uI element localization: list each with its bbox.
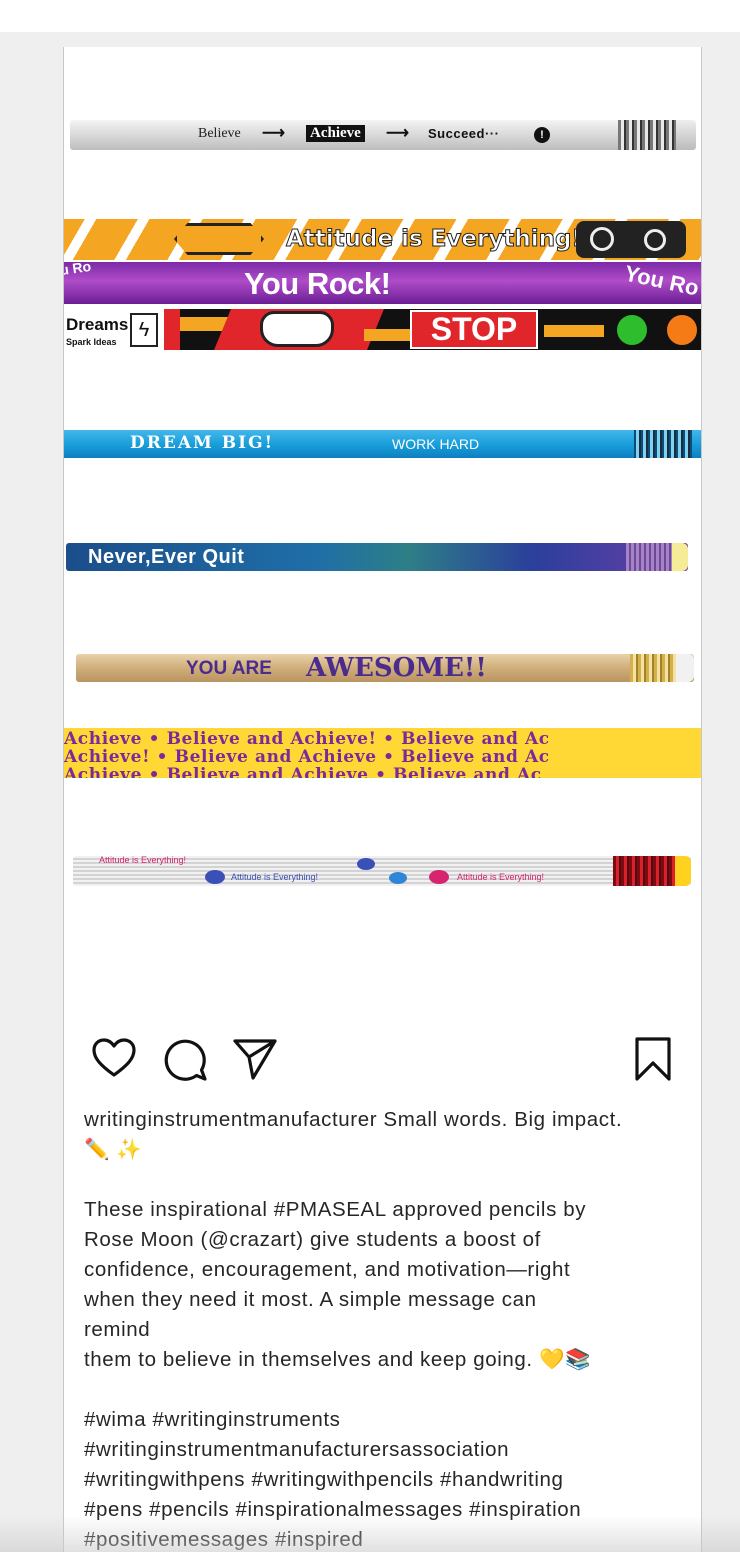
pencil-text: Attitude is Everything! bbox=[286, 226, 583, 253]
pencil-dream-big: DREAM BIG! WORK HARD bbox=[64, 430, 701, 458]
pencil-ferrule bbox=[626, 543, 672, 571]
caption-hashtags-line[interactable]: #positivemessages #inspired bbox=[84, 1525, 700, 1552]
pencil-text: Achieve bbox=[306, 125, 365, 142]
caption-headline-text: Small words. Big impact. bbox=[383, 1108, 623, 1131]
smiley-icon bbox=[389, 872, 407, 884]
comment-button[interactable] bbox=[161, 1035, 209, 1083]
smiley-icon bbox=[205, 870, 225, 884]
pencil-arrow: ⟶ bbox=[386, 125, 409, 142]
stop-sign: STOP bbox=[410, 310, 538, 349]
pencil-text: You Ro bbox=[622, 262, 701, 301]
pencil-text: DREAM BIG! bbox=[130, 433, 275, 453]
like-button[interactable] bbox=[90, 1035, 138, 1083]
caption-body-line: remind bbox=[84, 1318, 151, 1341]
post-card: Believe ⟶ Achieve ⟶ Succeed··· ! Attitud… bbox=[63, 47, 702, 1552]
caption-hashtags-line[interactable]: #writinginstrumentmanufacturersassociati… bbox=[84, 1435, 700, 1465]
pencil-arrow: ⟶ bbox=[262, 125, 285, 142]
pencil-eraser bbox=[676, 120, 696, 150]
comment-icon bbox=[164, 1039, 207, 1081]
post-image[interactable]: Believe ⟶ Achieve ⟶ Succeed··· ! Attitud… bbox=[64, 47, 701, 1047]
caption-hashtags-line[interactable]: #pens #pencils #inspirationalmessages #i… bbox=[84, 1495, 700, 1525]
pencil-never-quit: Never,Ever Quit bbox=[66, 543, 688, 571]
caption-hashtags-line[interactable]: #writingwithpens #writingwithpencils #ha… bbox=[84, 1465, 700, 1495]
pencil-text: Believe bbox=[198, 126, 241, 141]
pencil-text: STOP bbox=[430, 311, 518, 347]
caption-headline: writinginstrumentmanufacturer Small word… bbox=[84, 1105, 700, 1135]
caption-body-line: Rose Moon (@crazart) give students a boo… bbox=[84, 1228, 541, 1251]
pencil-eraser bbox=[676, 654, 694, 682]
boombox-icon bbox=[576, 221, 686, 258]
caption-username[interactable]: writinginstrumentmanufacturer bbox=[84, 1108, 377, 1131]
post-caption: writinginstrumentmanufacturer Small word… bbox=[84, 1105, 700, 1552]
pencil-text: YOU ARE bbox=[186, 658, 272, 679]
pencil-you-rock: u Ro You Rock! You Ro bbox=[64, 262, 701, 304]
pencil-text: Dreams bbox=[66, 315, 129, 334]
pencil-ferrule bbox=[618, 120, 676, 150]
caption-body-line: confidence, encouragement, and motivatio… bbox=[84, 1258, 571, 1281]
pencil-text: Achieve • Believe and Achieve • Believe … bbox=[64, 765, 542, 778]
pencil-eraser bbox=[672, 543, 688, 571]
pencil-text: Achieve! • Believe and Achieve • Believe… bbox=[64, 747, 550, 767]
heart-icon bbox=[92, 1038, 136, 1077]
pencil-attitude: Attitude is Everything! bbox=[64, 219, 701, 260]
lightning-icon: ϟ bbox=[130, 313, 158, 347]
pencil-text: Attitude is Everything! bbox=[231, 872, 319, 882]
save-button[interactable] bbox=[629, 1035, 677, 1083]
caption-body-line: them to believe in themselves and keep g… bbox=[84, 1348, 592, 1371]
green-light-icon bbox=[614, 312, 650, 348]
pencil-text: Never,Ever Quit bbox=[88, 546, 245, 568]
smiley-icon bbox=[429, 870, 449, 884]
pencil-stop: Dreams Spark Ideas ϟ STOP bbox=[64, 309, 701, 350]
pencil-believe-achieve: Believe ⟶ Achieve ⟶ Succeed··· ! bbox=[70, 120, 696, 150]
pencil-attitude-smiley: Attitude is Everything! Attitude is Ever… bbox=[73, 856, 691, 886]
pencil-believe-and-achieve: Achieve • Believe and Achieve! • Believe… bbox=[64, 728, 701, 778]
caption-hashtags-line[interactable]: #wima #writinginstruments bbox=[84, 1405, 700, 1435]
caption-body-line: when they need it most. A simple message… bbox=[84, 1288, 537, 1311]
pencil-text: AWESOME!! bbox=[306, 654, 487, 682]
pencil-text: Attitude is Everything! bbox=[99, 856, 187, 865]
pencil-ferrule bbox=[634, 430, 692, 458]
post-action-bar bbox=[64, 1035, 701, 1085]
exclamation-icon: ! bbox=[534, 127, 550, 143]
send-icon bbox=[233, 1039, 277, 1080]
share-button[interactable] bbox=[231, 1035, 279, 1083]
pencil-text: You Rock! bbox=[244, 266, 391, 301]
orange-light-icon bbox=[664, 312, 700, 348]
caption-headline-emoji: ✏️ ✨ bbox=[84, 1138, 143, 1161]
pencil-text: WORK HARD bbox=[392, 436, 480, 452]
bookmark-icon bbox=[635, 1037, 671, 1081]
smiley-icon bbox=[357, 858, 375, 870]
pencil-eraser bbox=[675, 856, 691, 886]
hand-rock-icon bbox=[260, 311, 334, 347]
pencil-text: Achieve • Believe and Achieve! • Believe… bbox=[64, 729, 550, 749]
caption-body-line: These inspirational #PMASEAL approved pe… bbox=[84, 1198, 587, 1221]
pencil-text: Attitude is Everything! bbox=[457, 872, 545, 882]
pencil-ferrule bbox=[630, 654, 676, 682]
pencil-awesome: YOU ARE AWESOME!! bbox=[76, 654, 694, 682]
pedestrian-sign-icon bbox=[174, 223, 264, 255]
pencil-text: u Ro bbox=[64, 262, 93, 279]
pencil-text: Succeed··· bbox=[428, 126, 500, 141]
top-bar bbox=[0, 0, 740, 32]
pencil-ferrule bbox=[613, 856, 675, 886]
pencil-text: Spark Ideas bbox=[66, 337, 117, 347]
